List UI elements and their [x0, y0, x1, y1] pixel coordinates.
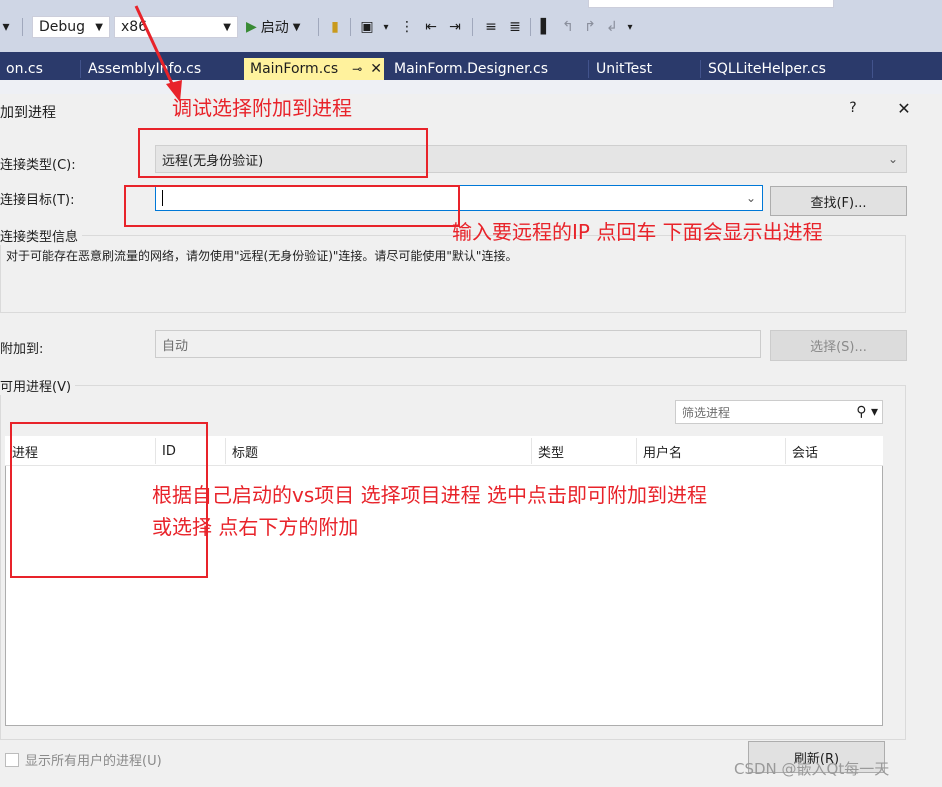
watermark: CSDN @嵌入Qt每一天	[734, 760, 890, 778]
annotation-select-process: 根据自己启动的vs项目 选择项目进程 选中点击即可附加到进程	[152, 483, 707, 507]
annotation-box-connection-type	[138, 128, 428, 178]
annotation-enter-ip: 输入要远程的IP 点回车 下面会显示出进程	[452, 220, 823, 244]
arrow-shaft	[134, 5, 176, 89]
annotation-arrow	[134, 5, 182, 102]
annotation-or-attach: 或选择 点右下方的附加	[152, 515, 359, 539]
annotation-box-connection-target	[124, 185, 460, 227]
annotation-attach: 调试选择附加到进程	[172, 96, 352, 120]
